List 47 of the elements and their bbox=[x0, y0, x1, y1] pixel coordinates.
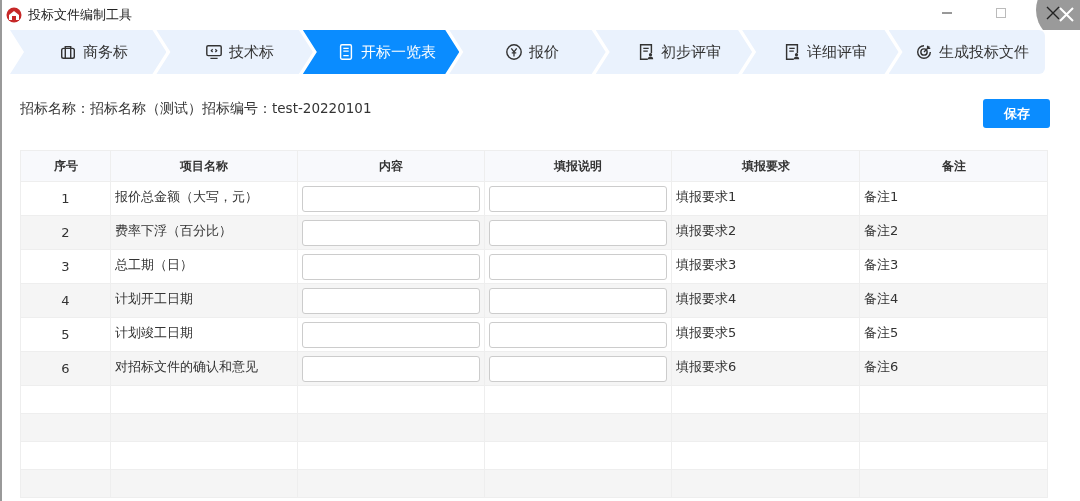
step-tab[interactable]: 详细评审 bbox=[742, 30, 899, 74]
table-cell: 填报要求2 bbox=[672, 216, 860, 250]
step-tab[interactable]: 生成投标文件 bbox=[888, 30, 1045, 74]
table-cell: 计划开工日期 bbox=[111, 284, 298, 318]
monitor-icon bbox=[205, 43, 224, 61]
input-field[interactable] bbox=[302, 253, 480, 280]
table-cell: 4 bbox=[21, 284, 111, 318]
input-field[interactable] bbox=[302, 185, 480, 212]
step-tab[interactable]: 商务标 bbox=[10, 30, 167, 74]
column-header: 填报要求 bbox=[672, 151, 860, 182]
step-tab[interactable]: 技术标 bbox=[156, 30, 313, 74]
window-title: 投标文件编制工具 bbox=[28, 6, 132, 24]
table-cell: 对招标文件的确认和意见 bbox=[111, 352, 298, 386]
column-header: 填报说明 bbox=[485, 151, 672, 182]
input-field[interactable] bbox=[489, 185, 667, 212]
input-field[interactable] bbox=[489, 321, 667, 348]
input-field[interactable] bbox=[302, 321, 480, 348]
table-cell: 费率下浮（百分比） bbox=[111, 216, 298, 250]
table-cell: 6 bbox=[21, 352, 111, 386]
close-icon bbox=[1046, 6, 1076, 22]
input-field[interactable] bbox=[489, 253, 667, 280]
maximize-icon[interactable] bbox=[994, 6, 1008, 20]
input-field[interactable] bbox=[302, 219, 480, 246]
column-header: 内容 bbox=[298, 151, 485, 182]
table-cell: 填报要求6 bbox=[672, 352, 860, 386]
column-header: 项目名称 bbox=[111, 151, 298, 182]
input-field[interactable] bbox=[489, 287, 667, 314]
table-cell: 备注2 bbox=[860, 216, 1048, 250]
briefcase-icon bbox=[58, 43, 77, 61]
document-person-icon bbox=[783, 43, 802, 61]
table-cell: 2 bbox=[21, 216, 111, 250]
table-cell: 备注6 bbox=[860, 352, 1048, 386]
input-field[interactable] bbox=[302, 287, 480, 314]
info-text: 招标编号：test-20220101 bbox=[202, 100, 372, 118]
table-cell: 填报要求4 bbox=[672, 284, 860, 318]
step-tab[interactable]: 初步评审 bbox=[595, 30, 753, 74]
yen-icon bbox=[505, 43, 524, 61]
input-field[interactable] bbox=[489, 355, 667, 382]
target-icon bbox=[914, 43, 933, 61]
table-cell: 备注4 bbox=[860, 284, 1048, 318]
app-logo-icon bbox=[6, 7, 22, 23]
step-tab[interactable]: 报价 bbox=[449, 30, 606, 74]
input-field[interactable] bbox=[302, 355, 480, 382]
column-header: 序号 bbox=[21, 151, 111, 182]
input-field[interactable] bbox=[489, 219, 667, 246]
column-header: 备注 bbox=[860, 151, 1048, 182]
info-text: 招标名称：招标名称（测试） bbox=[20, 100, 202, 118]
